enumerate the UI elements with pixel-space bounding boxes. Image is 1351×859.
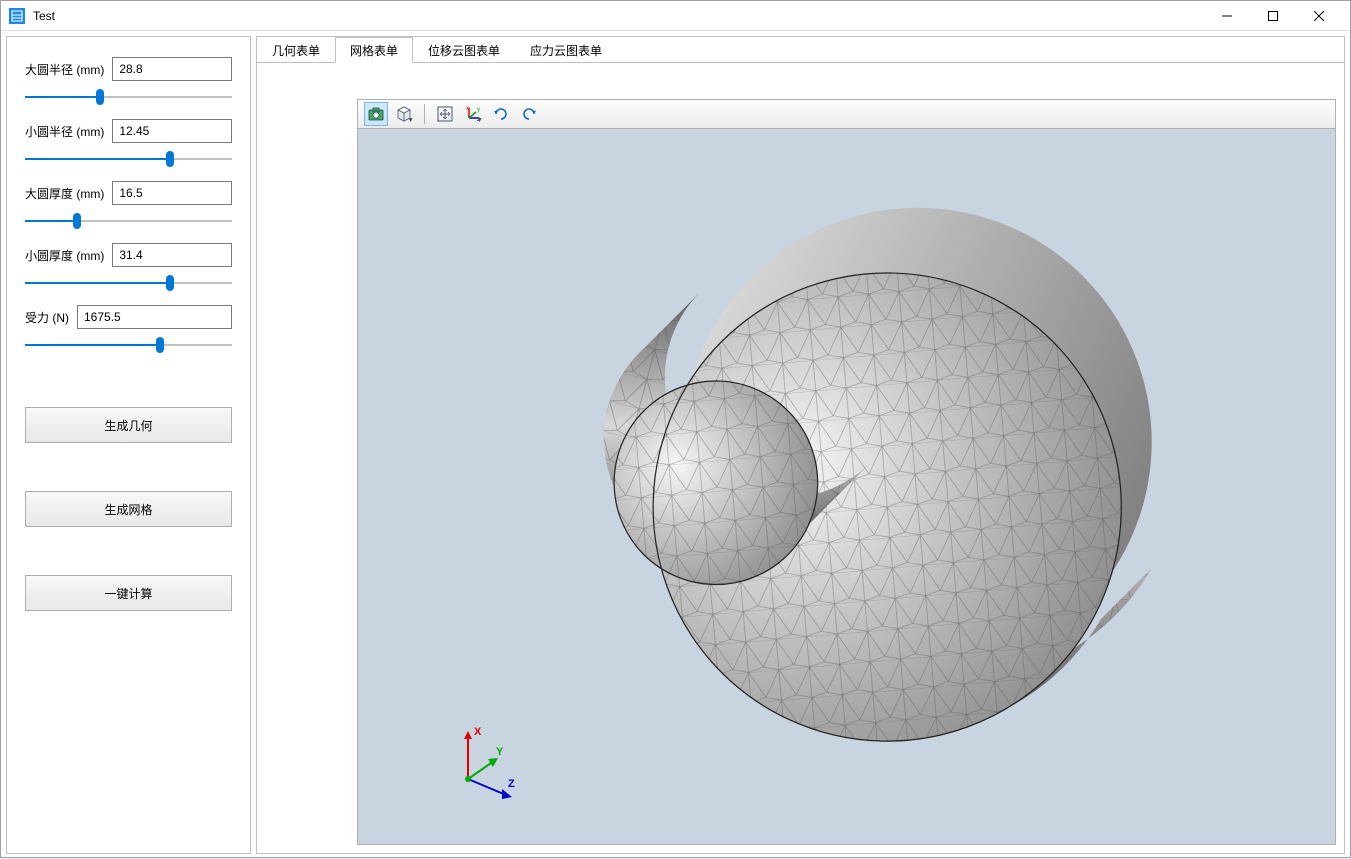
param-input[interactable] bbox=[112, 243, 232, 267]
action-buttons: 生成几何 生成网格 一键计算 bbox=[25, 407, 232, 611]
svg-text:y: y bbox=[477, 107, 480, 113]
param-input[interactable] bbox=[112, 57, 232, 81]
compute-button[interactable]: 一键计算 bbox=[25, 575, 232, 611]
titlebar: Test bbox=[1, 1, 1350, 31]
param-group-1: 小圆半径 (mm) bbox=[25, 119, 232, 167]
window-title: Test bbox=[33, 9, 1204, 23]
viewport-toolbar: ▼xyz▼ bbox=[357, 99, 1336, 129]
param-slider[interactable] bbox=[25, 213, 232, 229]
rotate-ccw-icon[interactable] bbox=[517, 102, 541, 126]
svg-text:x: x bbox=[466, 106, 469, 112]
param-group-0: 大圆半径 (mm) bbox=[25, 57, 232, 105]
view-cube-icon[interactable]: ▼ bbox=[392, 102, 416, 126]
param-label: 大圆厚度 (mm) bbox=[25, 185, 104, 202]
axis-z-label: Z bbox=[508, 778, 515, 790]
main-area: 大圆半径 (mm) 小圆半径 (mm) 大圆厚度 (mm) 小圆厚度 (mm) bbox=[1, 31, 1350, 859]
tab-2[interactable]: 位移云图表单 bbox=[413, 37, 515, 63]
viewport[interactable]: X Y Z bbox=[357, 129, 1336, 845]
tab-3[interactable]: 应力云图表单 bbox=[515, 37, 617, 63]
axis-y-label: Y bbox=[496, 746, 504, 758]
maximize-button[interactable] bbox=[1250, 1, 1296, 31]
param-slider[interactable] bbox=[25, 275, 232, 291]
param-group-2: 大圆厚度 (mm) bbox=[25, 181, 232, 229]
toolbar-separator bbox=[424, 104, 425, 124]
close-button[interactable] bbox=[1296, 1, 1342, 31]
generate-mesh-button[interactable]: 生成网格 bbox=[25, 491, 232, 527]
param-input[interactable] bbox=[77, 305, 232, 329]
fit-view-icon[interactable] bbox=[433, 102, 457, 126]
generate-geometry-button[interactable]: 生成几何 bbox=[25, 407, 232, 443]
param-group-3: 小圆厚度 (mm) bbox=[25, 243, 232, 291]
tab-0[interactable]: 几何表单 bbox=[257, 37, 335, 63]
param-label: 小圆半径 (mm) bbox=[25, 123, 104, 140]
tab-1[interactable]: 网格表单 bbox=[335, 37, 413, 63]
param-slider[interactable] bbox=[25, 89, 232, 105]
param-label: 大圆半径 (mm) bbox=[25, 61, 104, 78]
viewport-wrap: ▼xyz▼ bbox=[257, 63, 1344, 853]
window-controls bbox=[1204, 1, 1342, 31]
tab-bar: 几何表单网格表单位移云图表单应力云图表单 bbox=[257, 37, 1344, 63]
minimize-button[interactable] bbox=[1204, 1, 1250, 31]
rotate-cw-icon[interactable] bbox=[489, 102, 513, 126]
param-label: 小圆厚度 (mm) bbox=[25, 247, 104, 264]
app-icon bbox=[9, 8, 25, 24]
sidebar: 大圆半径 (mm) 小圆半径 (mm) 大圆厚度 (mm) 小圆厚度 (mm) bbox=[6, 36, 251, 854]
param-input[interactable] bbox=[112, 181, 232, 205]
app-window: Test 大圆半径 (mm) 小圆半径 (mm) 大圆厚度 (mm) bbox=[0, 0, 1351, 858]
axis-triad: X Y Z bbox=[448, 724, 528, 804]
param-label: 受力 (N) bbox=[25, 309, 69, 326]
axes-icon[interactable]: xyz▼ bbox=[461, 102, 485, 126]
param-slider[interactable] bbox=[25, 337, 232, 353]
content-panel: 几何表单网格表单位移云图表单应力云图表单 ▼xyz▼ bbox=[256, 36, 1345, 854]
param-slider[interactable] bbox=[25, 151, 232, 167]
param-input[interactable] bbox=[112, 119, 232, 143]
axis-x-label: X bbox=[474, 726, 482, 738]
snapshot-icon[interactable] bbox=[364, 102, 388, 126]
param-group-4: 受力 (N) bbox=[25, 305, 232, 353]
